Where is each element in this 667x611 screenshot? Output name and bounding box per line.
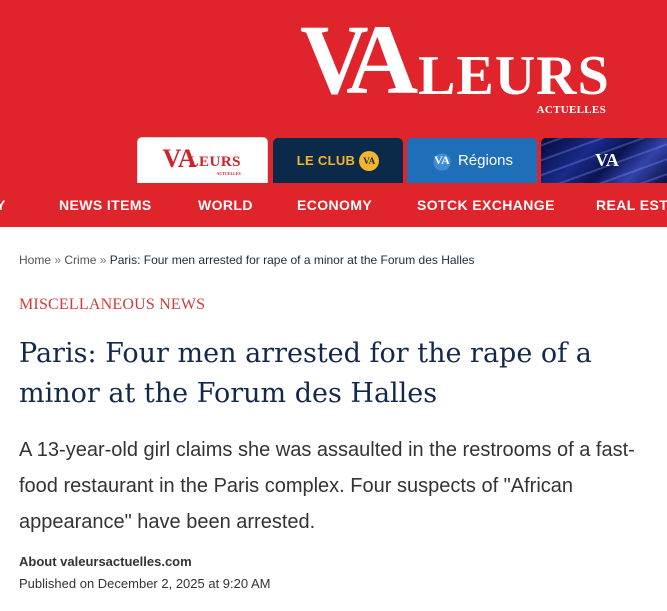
tab-va-plus[interactable]: VA bbox=[541, 138, 667, 183]
article-lede: A 13-year-old girl claims she was assaul… bbox=[19, 439, 635, 533]
tab-le-club-label: LE CLUB bbox=[296, 153, 356, 168]
mini-logo-wordmark: LEURS bbox=[188, 153, 242, 170]
logo-letter-a: A bbox=[346, 4, 419, 115]
nav-item-economy[interactable]: ECONOMY bbox=[297, 183, 372, 227]
main-nav: Y NEWS ITEMS WORLD ECONOMY SOTCK EXCHANG… bbox=[0, 183, 667, 227]
tab-regions[interactable]: VA Régions bbox=[407, 138, 537, 183]
article-title: Paris: Four men arrested for the rape of… bbox=[19, 338, 592, 409]
nav-item-stock-exchange[interactable]: SOTCK EXCHANGE bbox=[417, 183, 555, 227]
site-logo[interactable]: V A LEURS ACTUELLES bbox=[300, 10, 630, 124]
breadcrumb: Home » Crime » Paris: Four men arrested … bbox=[19, 253, 475, 267]
logo-subtitle: ACTUELLES bbox=[536, 104, 606, 116]
mini-logo-subtitle: ACTUELLES bbox=[216, 170, 241, 176]
breadcrumb-home[interactable]: Home bbox=[19, 253, 51, 267]
tab-va-plus-label: VA bbox=[595, 150, 619, 170]
nav-item-real-estate[interactable]: REAL ESTA bbox=[596, 183, 667, 227]
breadcrumb-current: Paris: Four men arrested for rape of a m… bbox=[109, 253, 475, 267]
nav-item-news-items[interactable]: NEWS ITEMS bbox=[59, 183, 152, 227]
tab-le-club[interactable]: LE CLUB VA bbox=[273, 138, 403, 183]
tab-valeurs[interactable]: VA LEURS ACTUELLES bbox=[137, 137, 268, 183]
logo-wordmark: LEURS bbox=[418, 45, 610, 107]
breadcrumb-separator: » bbox=[54, 253, 65, 267]
article-published-date: Published on December 2, 2025 at 9:20 AM bbox=[19, 576, 271, 591]
valeurs-mini-logo: VA LEURS ACTUELLES bbox=[163, 144, 243, 176]
club-badge-icon: VA bbox=[359, 150, 380, 171]
tab-regions-label: Régions bbox=[457, 152, 514, 169]
breadcrumb-crime[interactable]: Crime bbox=[64, 253, 96, 267]
nav-item-world[interactable]: WORLD bbox=[198, 183, 253, 227]
article-author[interactable]: About valeursactuelles.com bbox=[19, 554, 192, 569]
france-map-icon: VA bbox=[430, 150, 453, 171]
article-category[interactable]: MISCELLANEOUS NEWS bbox=[19, 296, 205, 314]
breadcrumb-separator: » bbox=[99, 253, 110, 267]
nav-item-partial-left[interactable]: Y bbox=[0, 183, 6, 227]
